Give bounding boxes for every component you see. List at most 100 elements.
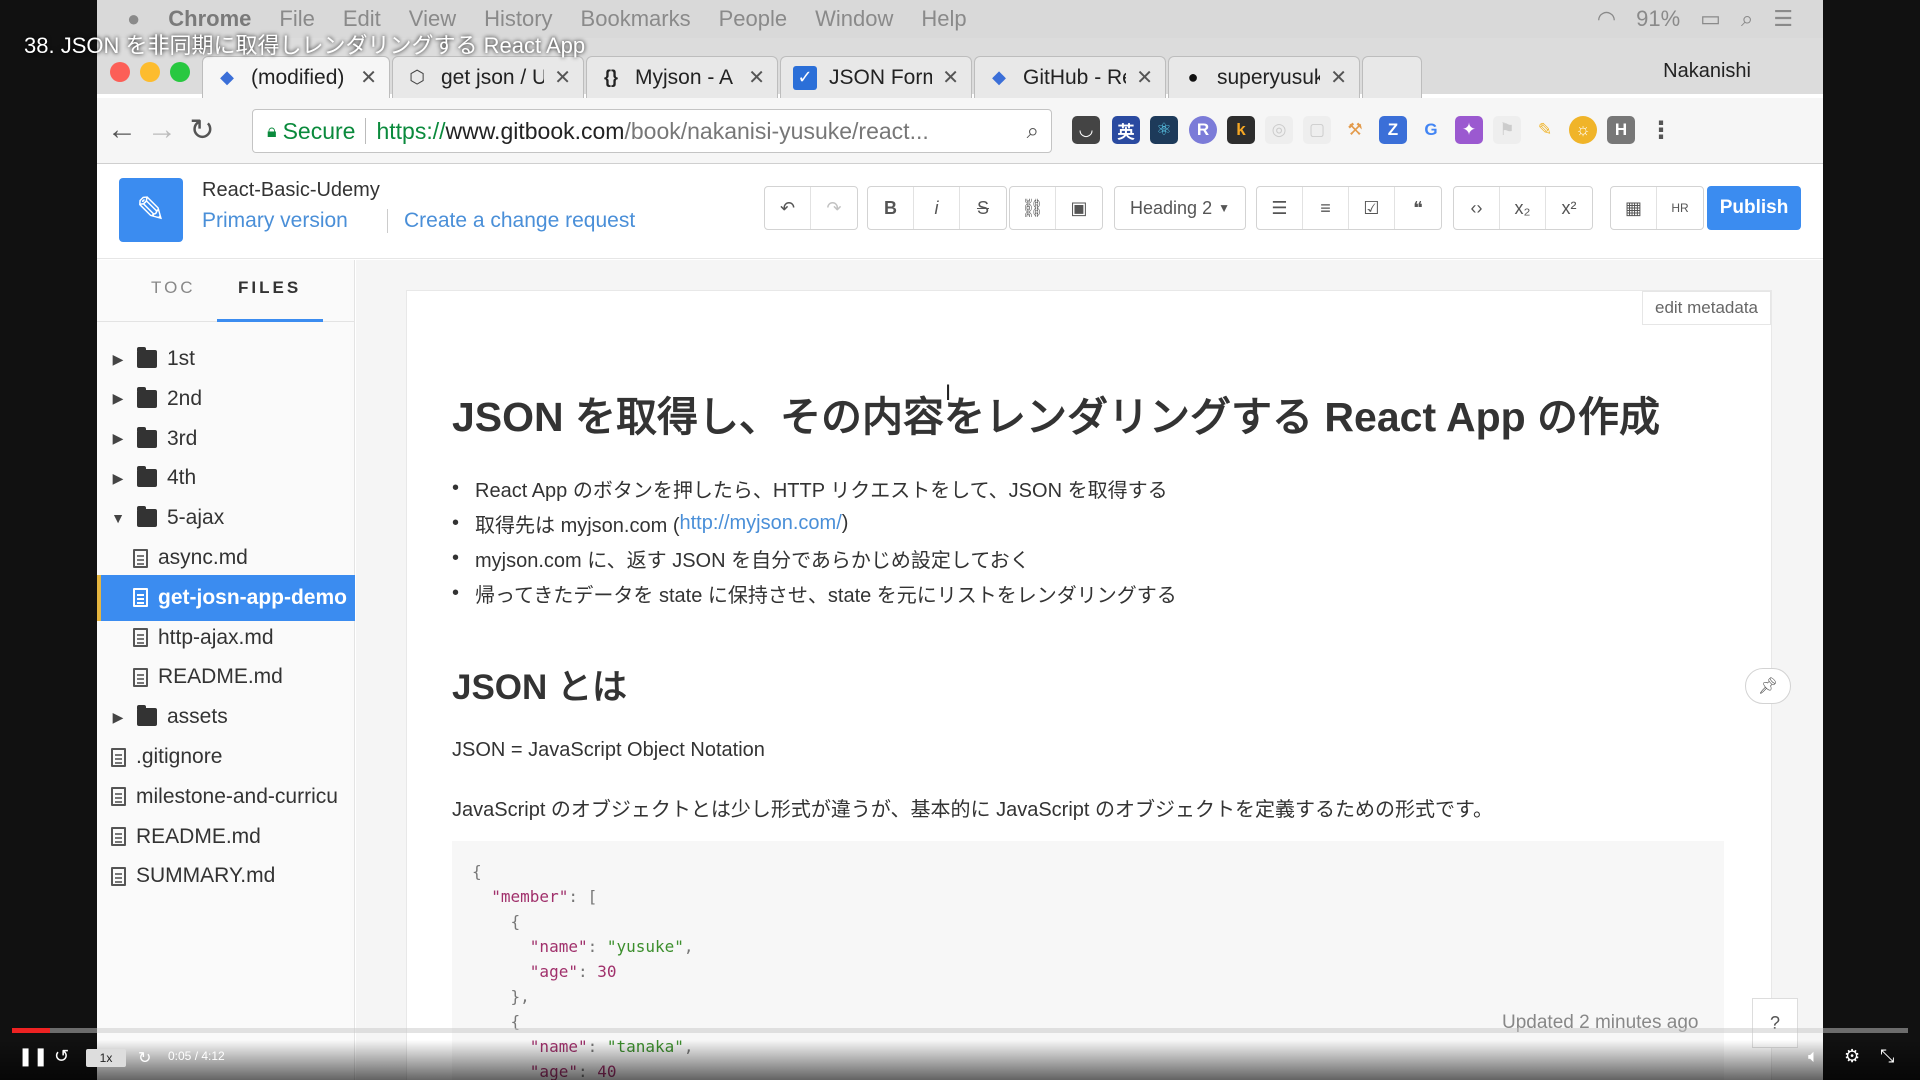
close-icon[interactable]: ✕ (942, 65, 959, 90)
tab-toc[interactable]: TOC (151, 278, 196, 298)
chevron-right-icon[interactable]: ▶ (111, 390, 125, 407)
redux-icon[interactable]: R (1189, 116, 1217, 144)
redo-icon[interactable]: ↷ (811, 187, 857, 229)
menu-item-people[interactable]: People (719, 6, 788, 32)
react-devtools-icon[interactable]: ⚛ (1150, 116, 1178, 144)
playback-speed[interactable]: 1x (86, 1049, 126, 1067)
loop-icon[interactable]: ↻ (138, 1048, 151, 1068)
edit-pencil-icon[interactable]: ✎ (119, 178, 183, 242)
close-icon[interactable]: ✕ (748, 65, 765, 90)
paragraph[interactable]: JSON = JavaScript Object Notation (452, 739, 765, 762)
flag-extension-icon[interactable]: ⚑ (1493, 116, 1521, 144)
bullet-list-icon[interactable]: ☰ (1257, 187, 1303, 229)
chevron-down-icon[interactable]: ▼ (111, 510, 125, 526)
menu-item-bookmarks[interactable]: Bookmarks (581, 6, 691, 32)
tab-files[interactable]: FILES (238, 278, 301, 298)
back-arrow-icon[interactable]: ← (102, 110, 142, 150)
myjson-link[interactable]: http://myjson.com/ (679, 512, 841, 535)
sidebar-item[interactable]: SUMMARY.md (97, 853, 355, 899)
close-icon[interactable]: ✕ (1330, 65, 1347, 90)
document-page[interactable]: edit metadata JSON を取得し、その内容をレンダリングする Re… (406, 290, 1772, 1080)
forward-arrow-icon[interactable]: → (142, 110, 182, 150)
section-heading[interactable]: JSON とは (452, 659, 627, 710)
translate-ei-icon[interactable]: 英 (1112, 116, 1140, 144)
paragraph[interactable]: JavaScript のオブジェクトとは少し形式が違うが、基本的に JavaSc… (452, 793, 1493, 822)
magnifier-icon[interactable]: ⌕ (1027, 118, 1039, 144)
horizontal-rule-button[interactable]: HR (1657, 187, 1703, 229)
chevron-right-icon[interactable]: ▶ (111, 709, 125, 726)
puzzle-icon[interactable]: ✦ (1455, 116, 1483, 144)
heading-select[interactable]: Heading 2 ▼ (1114, 186, 1246, 230)
tab-myjson[interactable]: {} Myjson - A sim ✕ (586, 56, 778, 98)
hammer-icon[interactable]: ⚒ (1341, 116, 1369, 144)
list-item[interactable]: 帰ってきたデータを state に保持させ、state を元にリストをレンダリン… (452, 576, 1177, 611)
exit-fullscreen-icon[interactable]: ⤡ (1880, 1046, 1894, 1067)
disabled-extension-icon[interactable]: ◎ (1265, 116, 1293, 144)
check-icon: ✓ (793, 65, 817, 90)
book-title[interactable]: React-Basic-Udemy (202, 179, 380, 202)
page-title[interactable]: JSON を取得し、その内容をレンダリングする React App の作成 (452, 383, 1660, 443)
pause-icon[interactable]: ❚❚ (18, 1046, 48, 1067)
settings-gear-icon[interactable]: ⚙ (1844, 1046, 1860, 1067)
new-tab-button[interactable] (1362, 56, 1422, 98)
list-item[interactable]: 取得先は myjson.com (http://myjson.com/) (452, 506, 1177, 541)
list-item[interactable]: myjson.com に、返す JSON を自分であらかじめ設定しておく (452, 541, 1177, 576)
minimize-window-button[interactable] (140, 62, 160, 82)
volume-icon[interactable]: 🔈︎ (1808, 1046, 1819, 1067)
tab-gitbook-modified[interactable]: ◆ (modified) 5-aj ✕ (202, 56, 390, 98)
profile-name[interactable]: Nakanishi (1663, 60, 1751, 83)
code-icon[interactable]: ‹› (1454, 187, 1500, 229)
tab-github-react[interactable]: ◆ GitHub - React ✕ (974, 56, 1166, 98)
list-item[interactable]: React App のボタンを押したら、HTTP リクエストをして、JSON を… (452, 471, 1177, 506)
search-icon[interactable]: ⌕ (1741, 6, 1753, 32)
menu-item-help[interactable]: Help (921, 6, 966, 32)
publish-button[interactable]: Publish (1707, 186, 1801, 230)
undo-icon[interactable]: ↶ (765, 187, 811, 229)
italic-button[interactable]: i (914, 187, 960, 229)
subscript-button[interactable]: x₂ (1500, 187, 1546, 229)
tab-superyusuke[interactable]: ● superyusuke/u ✕ (1168, 56, 1360, 98)
address-bar[interactable]: 🔒︎ Secure https:// www.gitbook.com /book… (252, 109, 1052, 153)
image-icon[interactable]: ▣ (1056, 187, 1102, 229)
json-key: "age" (529, 962, 578, 981)
google-translate-icon[interactable]: G (1417, 116, 1445, 144)
chevron-right-icon[interactable]: ▶ (111, 430, 125, 447)
maximize-window-button[interactable] (170, 62, 190, 82)
close-window-button[interactable] (110, 62, 130, 82)
kebab-menu-icon[interactable]: ⋮ (1647, 116, 1675, 144)
close-icon[interactable]: ✕ (554, 65, 571, 90)
link-icon[interactable]: ⛓ (1010, 187, 1056, 229)
h-extension-icon[interactable]: H (1607, 116, 1635, 144)
version-link[interactable]: Primary version (202, 209, 348, 233)
pocket-icon[interactable]: ◡ (1072, 116, 1100, 144)
close-icon[interactable]: ✕ (1136, 65, 1153, 90)
chat-extension-icon[interactable]: ▢ (1303, 116, 1331, 144)
tab-get-json[interactable]: ⬡ get json / Uder ✕ (392, 56, 584, 98)
video-progress-bar[interactable] (12, 1028, 1908, 1033)
quote-icon[interactable]: ❝ (1395, 187, 1441, 229)
pencil-extension-icon[interactable]: ✎ (1531, 116, 1559, 144)
table-icon[interactable]: ▦ (1611, 187, 1657, 229)
edit-metadata-button[interactable]: edit metadata (1641, 291, 1771, 325)
superscript-button[interactable]: x² (1546, 187, 1592, 229)
bold-button[interactable]: B (868, 187, 914, 229)
wifi-icon[interactable]: ◠ (1597, 6, 1616, 32)
k-extension-icon[interactable]: k (1227, 116, 1255, 144)
strikethrough-button[interactable]: S (960, 187, 1006, 229)
tab-json-formatter[interactable]: ✓ JSON Formatte ✕ (780, 56, 972, 98)
sun-extension-icon[interactable]: ☼ (1569, 116, 1597, 144)
chevron-right-icon[interactable]: ▶ (111, 351, 125, 368)
menu-item-window[interactable]: Window (815, 6, 893, 32)
pin-icon[interactable]: 📌︎ (1745, 668, 1791, 704)
numbered-list-icon[interactable]: ≡ (1303, 187, 1349, 229)
battery-icon[interactable]: ▭ (1700, 6, 1721, 32)
close-icon[interactable]: ✕ (360, 65, 377, 90)
replay-icon[interactable]: ↺ (54, 1046, 69, 1067)
task-list-icon[interactable]: ☑ (1349, 187, 1395, 229)
z-extension-icon[interactable]: Z (1379, 116, 1407, 144)
chevron-right-icon[interactable]: ▶ (111, 470, 125, 487)
json-key: "member" (491, 887, 569, 906)
reload-icon[interactable]: ↻ (182, 110, 222, 150)
menu-list-icon[interactable]: ☰ (1773, 6, 1793, 32)
change-request-link[interactable]: Create a change request (387, 209, 635, 233)
